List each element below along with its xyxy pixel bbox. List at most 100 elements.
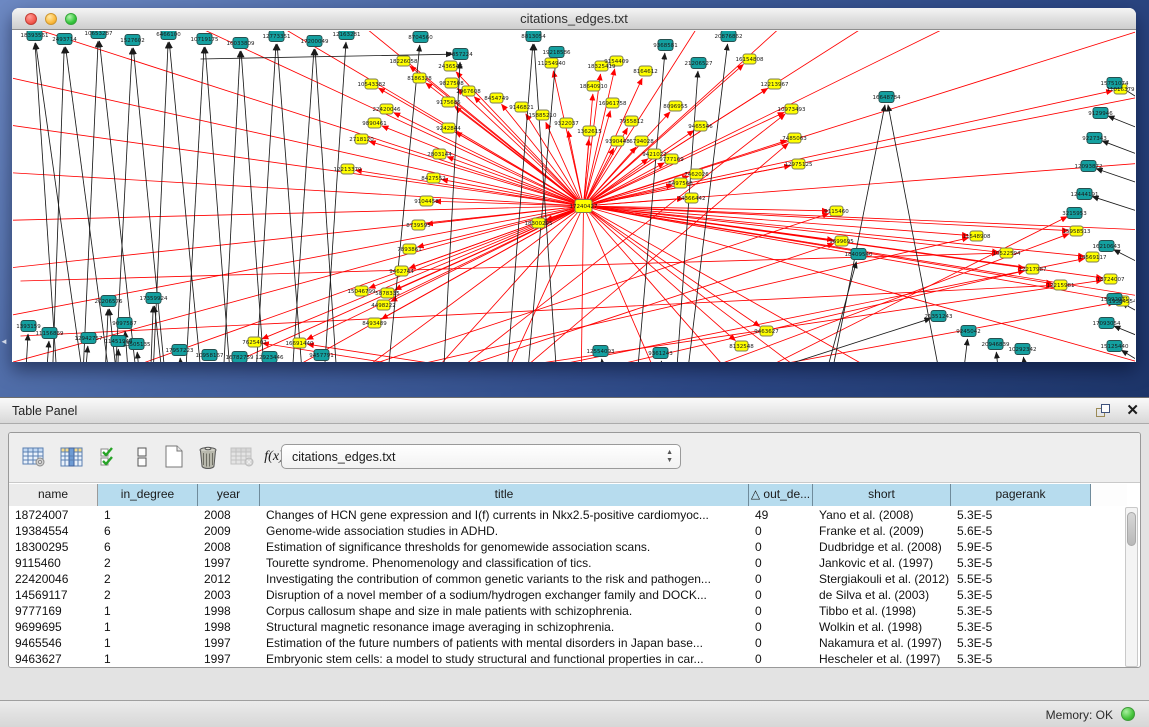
table-cell-in-degree[interactable]: 1 <box>98 651 198 667</box>
table-cell-name[interactable]: 9699695 <box>9 619 98 635</box>
network-canvas[interactable]: 1724042718300295977716974620266497568243… <box>13 31 1135 362</box>
table-cell-short[interactable]: Stergiakouli et al. (2012) <box>813 571 951 587</box>
table-cell-pagerank[interactable]: 5.3E-5 <box>951 603 1091 619</box>
table-cell-title[interactable]: Changes of HCN gene expression and I(f) … <box>260 507 749 523</box>
table-cell-name[interactable]: 9777169 <box>9 603 98 619</box>
column-header-title[interactable]: title <box>260 484 749 506</box>
table-cell-short[interactable]: Nakamura et al. (1997) <box>813 635 951 651</box>
table-cell-pagerank[interactable]: 5.3E-5 <box>951 651 1091 667</box>
table-cell-pagerank[interactable]: 5.3E-5 <box>951 555 1091 571</box>
table-cell-year[interactable]: 1997 <box>198 651 260 667</box>
table-row[interactable]: 2242004622012Investigating the contribut… <box>9 571 1127 587</box>
column-header-short[interactable]: short <box>813 484 951 506</box>
table-scrollbar[interactable] <box>1125 507 1138 667</box>
table-body[interactable]: 1872400712008Changes of HCN gene express… <box>9 507 1127 668</box>
table-cell-year[interactable]: 1997 <box>198 635 260 651</box>
table-cell-title[interactable]: Corpus callosum shape and size in male p… <box>260 603 749 619</box>
delete-column-trash-icon[interactable] <box>195 444 221 470</box>
table-cell-name[interactable]: 14569117 <box>9 587 98 603</box>
table-cell-out-de-[interactable]: 0 <box>749 651 813 667</box>
table-cell-pagerank[interactable]: 5.3E-5 <box>951 619 1091 635</box>
table-cell-name[interactable]: 22420046 <box>9 571 98 587</box>
table-cell-short[interactable]: Hescheler et al. (1997) <box>813 651 951 667</box>
table-cell-title[interactable]: Investigating the contribution of common… <box>260 571 749 587</box>
close-panel-icon[interactable]: ✕ <box>1126 401 1139 419</box>
table-cell-in-degree[interactable]: 6 <box>98 539 198 555</box>
table-select-dropdown[interactable]: citations_edges.txt ▲▼ <box>281 444 681 469</box>
column-header-out-de-[interactable]: △ out_de... <box>749 484 813 506</box>
network-window-titlebar[interactable]: citations_edges.txt <box>12 8 1136 30</box>
table-mode-icon[interactable] <box>21 444 47 470</box>
network-canvas-container[interactable]: 1724042718300295977716974620266497568243… <box>13 31 1135 362</box>
table-cell-in-degree[interactable]: 1 <box>98 603 198 619</box>
table-cell-out-de-[interactable]: 0 <box>749 619 813 635</box>
table-cell-short[interactable]: Wolkin et al. (1998) <box>813 619 951 635</box>
column-header-in-degree[interactable]: in_degree <box>98 484 198 506</box>
table-cell-year[interactable]: 1998 <box>198 619 260 635</box>
table-cell-name[interactable]: 9463627 <box>9 651 98 667</box>
new-column-icon[interactable] <box>161 444 187 470</box>
table-cell-year[interactable]: 1997 <box>198 555 260 571</box>
table-cell-in-degree[interactable]: 1 <box>98 507 198 523</box>
table-cell-short[interactable]: Dudbridge et al. (2008) <box>813 539 951 555</box>
table-cell-in-degree[interactable]: 6 <box>98 523 198 539</box>
table-row[interactable]: 1872400712008Changes of HCN gene express… <box>9 507 1127 523</box>
table-row[interactable]: 1456911722003Disruption of a novel membe… <box>9 587 1127 603</box>
table-cell-year[interactable]: 2009 <box>198 523 260 539</box>
table-cell-pagerank[interactable]: 5.3E-5 <box>951 587 1091 603</box>
table-cell-pagerank[interactable]: 5.3E-5 <box>951 507 1091 523</box>
table-cell-title[interactable]: Disruption of a novel member of a sodium… <box>260 587 749 603</box>
table-cell-in-degree[interactable]: 2 <box>98 571 198 587</box>
table-scrollbar-thumb[interactable] <box>1127 512 1136 546</box>
table-cell-out-de-[interactable]: 0 <box>749 523 813 539</box>
table-row[interactable]: 946554611997Estimation of the future num… <box>9 635 1127 651</box>
table-cell-year[interactable]: 2012 <box>198 571 260 587</box>
table-cell-in-degree[interactable]: 1 <box>98 635 198 651</box>
table-cell-name[interactable]: 18724007 <box>9 507 98 523</box>
table-cell-short[interactable]: Yano et al. (2008) <box>813 507 951 523</box>
table-cell-in-degree[interactable]: 2 <box>98 587 198 603</box>
table-cell-title[interactable]: Embryonic stem cells: a model to study s… <box>260 651 749 667</box>
column-header-year[interactable]: year <box>198 484 260 506</box>
table-cell-pagerank[interactable]: 5.6E-5 <box>951 523 1091 539</box>
table-cell-title[interactable]: Tourette syndrome. Phenomenology and cla… <box>260 555 749 571</box>
column-header-pagerank[interactable]: pagerank <box>951 484 1091 506</box>
table-row[interactable]: 946362711997Embryonic stem cells: a mode… <box>9 651 1127 667</box>
select-all-icon[interactable] <box>97 444 123 470</box>
table-cell-short[interactable]: Franke et al. (2009) <box>813 523 951 539</box>
table-row[interactable]: 977716911998Corpus callosum shape and si… <box>9 603 1127 619</box>
table-cell-short[interactable]: Jankovic et al. (1997) <box>813 555 951 571</box>
table-row[interactable]: 1830029562008Estimation of significance … <box>9 539 1127 555</box>
table-cell-out-de-[interactable]: 0 <box>749 587 813 603</box>
table-cell-name[interactable]: 19384554 <box>9 523 98 539</box>
show-columns-icon[interactable] <box>59 444 85 470</box>
table-cell-out-de-[interactable]: 49 <box>749 507 813 523</box>
table-cell-in-degree[interactable]: 1 <box>98 619 198 635</box>
column-header-name[interactable]: name <box>9 484 98 506</box>
table-cell-title[interactable]: Estimation of significance thresholds fo… <box>260 539 749 555</box>
table-cell-name[interactable]: 18300295 <box>9 539 98 555</box>
table-cell-short[interactable]: Tibbo et al. (1998) <box>813 603 951 619</box>
table-cell-title[interactable]: Estimation of the future numbers of pati… <box>260 635 749 651</box>
table-cell-year[interactable]: 2003 <box>198 587 260 603</box>
table-cell-title[interactable]: Structural magnetic resonance image aver… <box>260 619 749 635</box>
float-panel-icon[interactable] <box>1096 404 1111 418</box>
table-cell-year[interactable]: 1998 <box>198 603 260 619</box>
table-cell-year[interactable]: 2008 <box>198 539 260 555</box>
table-cell-short[interactable]: de Silva et al. (2003) <box>813 587 951 603</box>
table-cell-pagerank[interactable]: 5.9E-5 <box>951 539 1091 555</box>
table-cell-name[interactable]: 9465546 <box>9 635 98 651</box>
table-cell-year[interactable]: 2008 <box>198 507 260 523</box>
table-cell-out-de-[interactable]: 0 <box>749 539 813 555</box>
table-row[interactable]: 911546021997Tourette syndrome. Phenomeno… <box>9 555 1127 571</box>
table-cell-title[interactable]: Genome-wide association studies in ADHD. <box>260 523 749 539</box>
table-cell-out-de-[interactable]: 0 <box>749 555 813 571</box>
table-cell-in-degree[interactable]: 2 <box>98 555 198 571</box>
table-cell-out-de-[interactable]: 0 <box>749 571 813 587</box>
table-cell-pagerank[interactable]: 5.5E-5 <box>951 571 1091 587</box>
table-cell-name[interactable]: 9115460 <box>9 555 98 571</box>
table-cell-out-de-[interactable]: 0 <box>749 603 813 619</box>
table-row[interactable]: 1938455462009Genome-wide association stu… <box>9 523 1127 539</box>
table-cell-out-de-[interactable]: 0 <box>749 635 813 651</box>
table-cell-pagerank[interactable]: 5.3E-5 <box>951 635 1091 651</box>
